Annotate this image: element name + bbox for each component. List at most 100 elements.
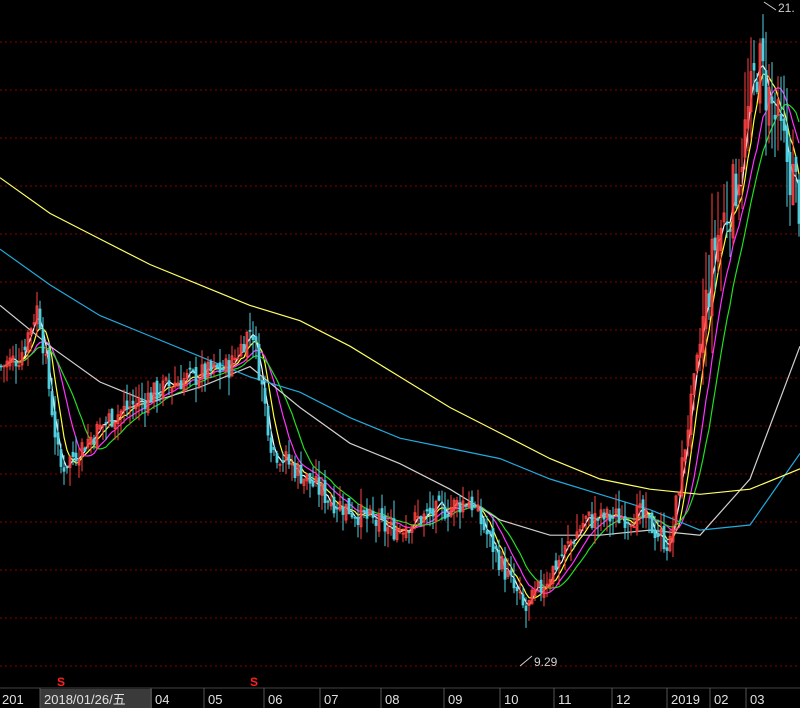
low-annotation: 9.29: [534, 655, 558, 669]
candle-body: [104, 422, 108, 425]
candle-body: [188, 367, 192, 370]
grid-lines: [0, 41, 800, 667]
candle-body: [269, 437, 273, 453]
candle-body: [362, 510, 366, 513]
candle-body: [65, 465, 69, 468]
candle-body: [560, 554, 564, 557]
candle-body: [203, 363, 207, 380]
candle-body: [602, 512, 606, 520]
candle-body: [179, 380, 183, 390]
candle-body: [479, 508, 483, 525]
candle-body: [0, 365, 3, 368]
candle-body: [539, 579, 543, 593]
candle-body: [155, 380, 159, 400]
signal-marker: S: [57, 675, 65, 689]
candle-body: [473, 505, 477, 507]
candle-body: [371, 511, 375, 518]
candle-body: [488, 531, 492, 534]
candle-body: [494, 546, 498, 549]
candle-body: [311, 480, 315, 487]
x-tick-label: 04: [155, 692, 169, 707]
candle-body: [158, 394, 162, 396]
candle-body: [308, 473, 312, 484]
candle-body: [257, 344, 261, 381]
candle-body: [209, 360, 213, 372]
x-tick-label: 10: [504, 692, 518, 707]
candle-body: [521, 594, 525, 606]
candle-body: [83, 447, 87, 452]
signals: S S: [57, 675, 258, 689]
x-tick-label: 02: [714, 692, 728, 707]
x-tick-label: 09: [448, 692, 462, 707]
candle-body: [725, 222, 729, 225]
candle-body: [260, 380, 264, 385]
candle-body: [50, 391, 54, 416]
candle-body: [317, 477, 321, 495]
candle-body: [611, 516, 615, 519]
x-axis: 201 2018/01/26/五 04 05 06 07 08 09 10 11 12 2019 02 0…: [0, 687, 800, 708]
candle-body: [59, 449, 63, 467]
candle-body: [470, 496, 474, 511]
ma10-line: [0, 73, 800, 599]
candle-body: [335, 507, 339, 510]
candle-body: [248, 329, 252, 332]
candle-body: [341, 506, 345, 515]
candle-body: [110, 408, 114, 427]
candle-body: [407, 531, 411, 534]
candle-body: [62, 467, 66, 472]
candle-body: [47, 350, 51, 389]
candle-body: [74, 452, 78, 462]
candle-body: [608, 514, 612, 522]
candle-body: [653, 529, 657, 539]
candle-body: [191, 369, 195, 372]
candle-body: [641, 499, 645, 518]
candle-body: [623, 516, 627, 528]
candle-body: [272, 446, 276, 450]
candle-body: [350, 512, 354, 518]
candle-body: [287, 454, 291, 465]
candle-body: [53, 411, 57, 438]
ma20-line: [0, 86, 800, 595]
high-arrow: [763, 1, 777, 11]
candle-body: [713, 237, 717, 251]
moving-average-lines: [0, 64, 800, 607]
x-tick-label: 06: [268, 692, 282, 707]
candle-body: [56, 432, 60, 445]
candle-body: [38, 308, 42, 329]
candle-body: [524, 605, 528, 611]
x-tick-label: 201: [2, 692, 24, 707]
x-tick-label: 12: [616, 692, 630, 707]
candle-body: [779, 114, 783, 121]
x-tick-label: 2019: [671, 692, 700, 707]
high-annotation: 21.: [778, 1, 795, 15]
x-tick-label: 03: [750, 692, 764, 707]
candle-body: [485, 530, 489, 535]
candle-body: [383, 515, 387, 532]
ma250-line: [0, 177, 800, 495]
candle-body: [215, 364, 219, 369]
x-tick-label: 07: [324, 692, 338, 707]
candle-body: [227, 360, 231, 378]
candle-body: [92, 438, 96, 445]
candle-body: [554, 560, 558, 570]
candle-body: [458, 502, 462, 513]
candle-body: [734, 173, 738, 207]
candle-body: [437, 495, 441, 501]
candle-body: [140, 398, 144, 401]
candle-body: [251, 336, 255, 340]
candle-body: [491, 528, 495, 552]
candle-body: [794, 156, 798, 172]
candle-body: [443, 506, 447, 519]
candle-body: [326, 500, 330, 503]
low-arrow: [519, 655, 533, 667]
candle-body: [647, 514, 651, 517]
candle-body: [755, 81, 759, 93]
candle-body: [323, 480, 327, 504]
candle-body: [356, 516, 360, 525]
candle-body: [482, 518, 486, 531]
annotations: 21. 9.29: [519, 1, 795, 669]
candle-body: [596, 518, 600, 521]
candle-body: [125, 400, 129, 410]
candle-body: [266, 405, 270, 436]
candle-body: [14, 360, 18, 367]
